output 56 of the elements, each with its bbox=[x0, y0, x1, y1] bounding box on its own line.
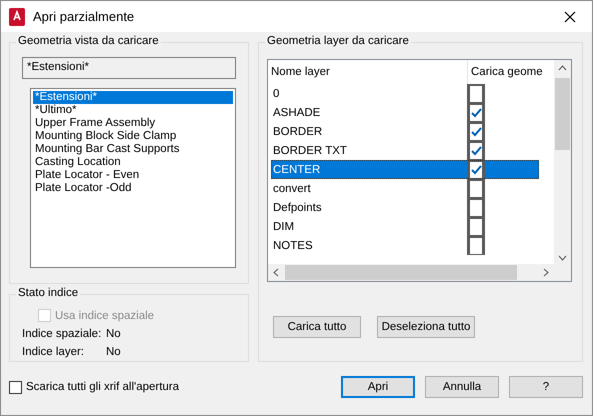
current-view-field: *Estensioni* bbox=[22, 57, 236, 79]
checkbox[interactable] bbox=[467, 179, 485, 198]
checkmark-icon bbox=[470, 165, 482, 175]
group-title: Geometria vista da caricare bbox=[16, 35, 161, 47]
view-item[interactable]: Plate Locator -Odd bbox=[33, 182, 233, 195]
dialog-button[interactable]: ? bbox=[509, 376, 583, 398]
close-icon bbox=[564, 10, 576, 22]
checkbox[interactable] bbox=[467, 217, 485, 236]
view-item[interactable]: Mounting Block Side Clamp bbox=[33, 130, 233, 143]
info-value: No bbox=[106, 346, 121, 358]
checkbox[interactable] bbox=[9, 380, 22, 394]
layer-row[interactable]: ASHADE bbox=[271, 103, 539, 122]
checkbox-label: Usa indice spaziale bbox=[55, 310, 154, 322]
group-title: Geometria layer da caricare bbox=[265, 35, 411, 47]
info-label: Indice spaziale: bbox=[22, 328, 102, 340]
checkbox[interactable] bbox=[467, 236, 485, 255]
layer-row[interactable]: NOTES bbox=[271, 236, 539, 255]
checkbox[interactable] bbox=[467, 160, 485, 179]
checkbox[interactable] bbox=[467, 103, 485, 122]
scroll-up-icon[interactable] bbox=[558, 65, 567, 71]
dialog-button[interactable]: Apri bbox=[341, 376, 415, 398]
horizontal-scrollbar[interactable] bbox=[268, 264, 571, 281]
app-logo-icon bbox=[9, 8, 25, 26]
layer-row[interactable]: BORDER TXT bbox=[271, 141, 539, 160]
window-title: Apri parzialmente bbox=[33, 9, 136, 24]
checkmark-icon bbox=[470, 146, 482, 156]
view-item[interactable]: Plate Locator - Even bbox=[33, 169, 233, 182]
view-item[interactable]: Mounting Bar Cast Supports bbox=[33, 143, 233, 156]
view-item[interactable]: Casting Location bbox=[33, 156, 233, 169]
view-item[interactable]: *Ultimo* bbox=[33, 104, 233, 117]
checkbox-label: Scarica tutti gli xrif all'apertura bbox=[26, 381, 180, 393]
layer-row[interactable]: Defpoints bbox=[271, 198, 539, 217]
checkbox[interactable] bbox=[467, 141, 485, 160]
action-button[interactable]: Carica tutto bbox=[273, 316, 361, 338]
layer-row[interactable]: BORDER bbox=[271, 122, 539, 141]
checkmark-icon bbox=[470, 127, 482, 137]
info-value: No bbox=[106, 328, 121, 340]
view-item[interactable]: *Estensioni* bbox=[33, 91, 233, 104]
vertical-scrollbar[interactable] bbox=[554, 60, 571, 266]
checkbox[interactable] bbox=[467, 198, 485, 217]
view-item[interactable]: Upper Frame Assembly bbox=[33, 117, 233, 130]
dialog-button[interactable]: Annulla bbox=[425, 376, 499, 398]
scroll-down-icon[interactable] bbox=[558, 255, 567, 261]
checkbox[interactable] bbox=[467, 122, 485, 141]
layer-row[interactable]: DIM bbox=[271, 217, 539, 236]
scroll-right-icon[interactable] bbox=[543, 268, 549, 277]
checkmark-icon bbox=[470, 108, 482, 118]
checkbox[interactable] bbox=[467, 84, 485, 103]
group-title: Stato indice bbox=[16, 287, 80, 299]
scroll-left-icon[interactable] bbox=[273, 268, 279, 277]
layer-row[interactable]: CENTER bbox=[271, 160, 539, 179]
column-header[interactable]: Nome layer bbox=[268, 60, 468, 84]
layer-row[interactable]: 0 bbox=[271, 84, 539, 103]
layer-row[interactable]: convert bbox=[271, 179, 539, 198]
info-label: Indice layer: bbox=[22, 346, 86, 358]
action-button[interactable]: Deseleziona tutto bbox=[377, 316, 475, 338]
